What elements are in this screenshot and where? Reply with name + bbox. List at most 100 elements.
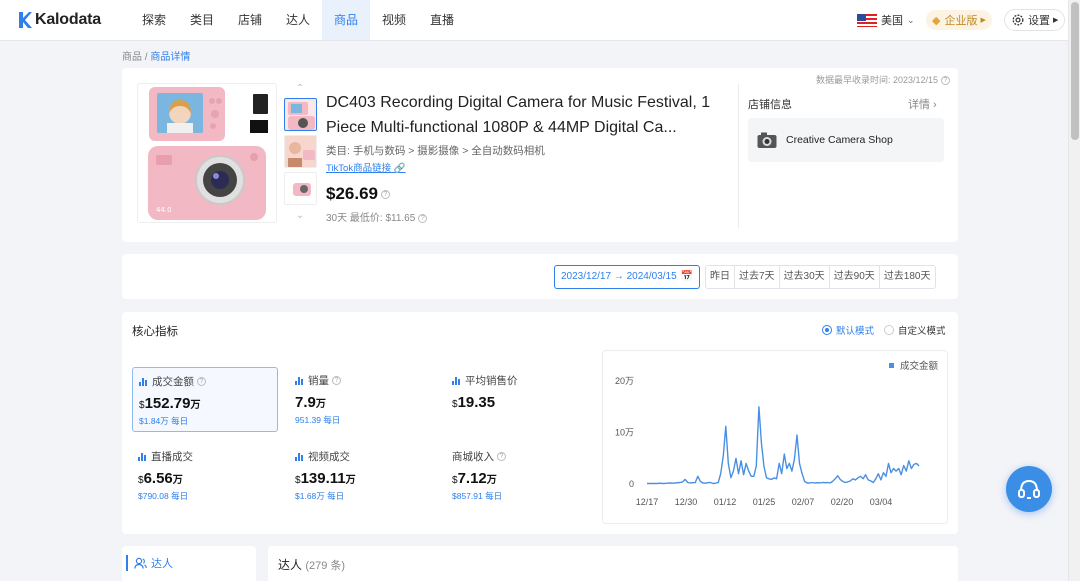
headset-icon [1018, 479, 1040, 499]
region-label: 美国 [881, 15, 903, 27]
mode-custom[interactable]: 自定义模式 [884, 323, 946, 337]
quick-date-7d[interactable]: 过去7天 [735, 266, 780, 288]
caret-right-icon: ▶ [1053, 17, 1059, 24]
shop-card[interactable]: Creative Camera Shop [748, 118, 944, 162]
creators-count: (279 条) [305, 560, 346, 572]
help-icon[interactable]: ? [941, 76, 950, 86]
metric-unit: 万 [486, 475, 497, 486]
product-main-image[interactable]: 44.0 [137, 83, 277, 223]
side-tab-panel: 达人 [122, 546, 256, 581]
y-tick-label: 20万 [615, 376, 634, 386]
creators-section: 达人 (279 条) [268, 546, 958, 581]
help-icon[interactable]: ? [197, 377, 206, 386]
metric-label: 商城收入 [452, 451, 494, 463]
shop-camera-icon [757, 132, 777, 148]
lowest-price: 30天 最低价: $11.65? [326, 209, 428, 224]
chevron-up-icon[interactable]: ⌃ [282, 82, 318, 96]
bar-chart-icon [138, 452, 147, 461]
nav-item-video[interactable]: 视频 [370, 0, 418, 40]
y-tick-label: 0 [629, 479, 634, 489]
help-icon[interactable]: ? [332, 376, 341, 385]
metric-unit: 万 [315, 399, 326, 410]
metric-avg-price[interactable]: 平均销售价 $19.35 [446, 367, 592, 432]
creators-title-label: 达人 [278, 558, 303, 572]
thumbnail-2[interactable] [283, 135, 317, 168]
metric-video-gmv[interactable]: 视频成交 $139.11万 $1.68万 每日 [289, 443, 435, 508]
metric-label-row: 平均销售价 [452, 373, 592, 388]
metric-label-row: 销量? [295, 373, 435, 388]
enterprise-label: 企业版 [944, 15, 978, 27]
updated-label: 数据最早收录时间: 2023/12/15 [815, 75, 938, 85]
nav-item-creator[interactable]: 达人 [274, 0, 322, 40]
thumbnail-3[interactable] [283, 172, 317, 205]
user-group-icon [134, 557, 147, 569]
us-flag-icon [857, 13, 877, 27]
metric-gmv[interactable]: 成交金额? $152.79万 $1.84万 每日 [132, 367, 278, 432]
help-icon[interactable]: ? [418, 213, 428, 223]
metric-value-row: $19.35 [452, 394, 592, 411]
logo[interactable]: Kalodata [18, 10, 101, 30]
metric-label-row: 成交金额? [139, 374, 277, 389]
x-tick-label: 12/17 [636, 497, 659, 507]
main-nav: 探索 类目 店铺 达人 商品 视频 直播 [130, 0, 466, 40]
divider [738, 84, 739, 228]
metric-value: 7.9 [295, 394, 316, 411]
help-icon[interactable]: ? [381, 190, 390, 200]
quick-date-30d[interactable]: 过去30天 [780, 266, 830, 288]
camera-image: 44.0 [148, 87, 268, 220]
radio-icon [884, 325, 895, 335]
x-tick-label: 02/07 [792, 497, 815, 507]
nav-item-category[interactable]: 类目 [178, 0, 226, 40]
metric-label: 视频成交 [308, 451, 350, 463]
scrollbar-thumb[interactable] [1071, 2, 1079, 140]
link-icon: 🔗 [393, 163, 406, 174]
metric-label: 直播成交 [151, 451, 193, 463]
bar-chart-icon [452, 376, 461, 385]
breadcrumb-current: 商品详情 [150, 52, 191, 63]
chevron-down-icon: ⌄ [907, 14, 915, 25]
nav-item-explore[interactable]: 探索 [130, 0, 178, 40]
page-scrollbar[interactable] [1068, 0, 1080, 581]
nav-item-shop[interactable]: 店铺 [226, 0, 274, 40]
region-selector[interactable]: 美国 ⌄ [857, 12, 915, 28]
shop-detail-link[interactable]: 详情 › [908, 96, 937, 112]
product-title: DC403 Recording Digital Camera for Music… [326, 94, 711, 136]
metric-sales[interactable]: 销量? 7.9万 951.39 每日 [289, 367, 435, 432]
breadcrumb-parent[interactable]: 商品 [122, 52, 142, 63]
mode-default[interactable]: 默认模式 [822, 323, 874, 337]
chevron-down-icon[interactable]: ⌄ [282, 209, 318, 223]
settings-button[interactable]: 设置 ▶ [1004, 9, 1066, 31]
quick-date-90d[interactable]: 过去90天 [830, 266, 880, 288]
metric-label: 平均销售价 [465, 375, 518, 387]
metric-label: 销量 [308, 375, 329, 387]
metric-daily: $1.84万 每日 [139, 416, 189, 426]
tab-creators[interactable]: 达人 [126, 555, 173, 571]
tiktok-product-link[interactable]: TikTok商品链接 🔗 [326, 160, 406, 174]
metric-unit: 万 [190, 400, 201, 411]
mode-default-label: 默认模式 [836, 326, 875, 337]
nav-item-live[interactable]: 直播 [418, 0, 466, 40]
enterprise-button[interactable]: ◆ 企业版 ▶ [926, 10, 992, 30]
metric-live-gmv[interactable]: 直播成交 $6.56万 $790.08 每日 [132, 443, 278, 508]
x-tick-label: 01/25 [753, 497, 776, 507]
customer-support-button[interactable] [1006, 466, 1052, 512]
metric-value: 19.35 [457, 394, 496, 411]
creators-title: 达人 (279 条) [278, 556, 345, 573]
thumbnail-1[interactable] [283, 98, 317, 131]
metric-value-row: $152.79万 [139, 395, 277, 412]
metric-value-row: $139.11万 [295, 470, 435, 487]
shop-name: Creative Camera Shop [786, 134, 893, 146]
quick-date-yesterday[interactable]: 昨日 [706, 266, 735, 288]
kalodata-logo-icon [19, 12, 32, 28]
chart-svg[interactable]: 0 10万 20万 12/17 12/30 01/12 01/25 02/07 02/20 03/… [603, 351, 949, 525]
date-range-picker[interactable]: 2023/12/17 → 2024/03/15 📅 [554, 265, 700, 289]
radio-icon [822, 325, 832, 335]
metric-daily: 951.39 每日 [295, 415, 341, 425]
nav-item-product[interactable]: 商品 [322, 0, 370, 40]
x-tick-label: 03/04 [870, 497, 893, 507]
quick-date-180d[interactable]: 过去180天 [880, 266, 935, 288]
help-icon[interactable]: ? [497, 452, 506, 461]
metric-mall-revenue[interactable]: 商城收入? $7.12万 $857.91 每日 [446, 443, 592, 508]
product-price: $26.69? [326, 184, 390, 204]
legend-label: 成交金额 [900, 360, 939, 372]
